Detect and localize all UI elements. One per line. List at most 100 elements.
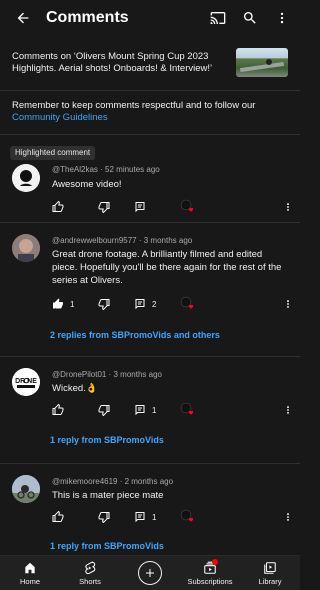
back-button[interactable] [4, 0, 42, 36]
creator-heart-icon [180, 402, 194, 415]
community-guidelines-link[interactable]: Community Guidelines [12, 112, 288, 124]
search-button[interactable] [236, 4, 264, 32]
comment-item: @mikemoore4619 · 2 months ago This is a … [0, 473, 300, 555]
comment-actions: 1 2 [48, 296, 298, 312]
dislike-button[interactable] [98, 199, 110, 215]
comment-item: DR NE @DronePilot01 · 3 months ago Wicke… [0, 366, 300, 460]
nav-shorts-label: Shorts [79, 576, 101, 586]
more-vert-icon [287, 406, 289, 414]
reply-button[interactable]: 1 [134, 509, 156, 525]
thumbs-up-icon [52, 511, 64, 522]
home-icon [25, 562, 35, 573]
comment-more-button[interactable] [282, 402, 294, 418]
thumbs-down-icon [98, 512, 110, 523]
avatar[interactable] [12, 475, 40, 503]
app-bar: Comments [0, 0, 300, 36]
comment-author[interactable]: @DronePilot01 [52, 370, 106, 379]
reply-count: 1 [152, 512, 157, 522]
nav-create[interactable] [120, 556, 180, 590]
notification-dot [212, 559, 218, 565]
comment-actions [48, 199, 298, 215]
reply-comment-icon [135, 299, 145, 310]
comment-actions: 1 [48, 402, 298, 418]
comment-author[interactable]: @andrewwelbourn9577 [52, 236, 137, 245]
more-options-button[interactable] [268, 4, 296, 32]
creator-heart [180, 509, 196, 525]
divider [0, 90, 300, 91]
comment-time: 2 months ago [124, 477, 174, 486]
nav-home[interactable]: Home [0, 556, 60, 590]
comment-text: Awesome video! [52, 179, 122, 190]
comment-text: Wicked.👌 [52, 383, 98, 394]
divider [0, 134, 300, 135]
thumbs-down-icon [98, 202, 110, 213]
comment-time: 52 minutes ago [105, 165, 160, 174]
thumbs-down-icon [98, 299, 110, 310]
nav-library[interactable]: Library [240, 556, 300, 590]
reply-count: 1 [152, 405, 157, 415]
view-replies-link[interactable]: 1 reply from SBPromoVids [50, 435, 164, 445]
like-button[interactable] [52, 509, 64, 525]
comment-item: @andrewwelbourn9577 · 3 months ago Great… [0, 232, 300, 354]
reply-comment-icon [135, 512, 145, 523]
avatar[interactable] [12, 234, 40, 262]
svg-text:DR NE: DR NE [15, 378, 37, 385]
reply-button[interactable]: 1 [134, 402, 156, 418]
shorts-icon [85, 561, 96, 574]
comment-more-button[interactable] [282, 509, 294, 525]
dislike-button[interactable] [98, 402, 110, 418]
more-vert-icon [287, 300, 289, 308]
like-button[interactable] [52, 402, 64, 418]
divider [0, 222, 300, 223]
creator-heart [180, 296, 196, 312]
like-count: 1 [70, 299, 75, 309]
reply-button[interactable]: 2 [134, 296, 156, 312]
comment-meta: @TheAl2kas · 52 minutes ago [52, 165, 160, 174]
comment-time: 3 months ago [113, 370, 162, 379]
avatar[interactable]: DR NE [12, 368, 40, 396]
nav-home-label: Home [19, 576, 40, 586]
more-vert-icon [287, 203, 289, 211]
avatar[interactable] [12, 164, 40, 192]
video-reference[interactable]: Comments on ‘Olivers Mount Spring Cup 20… [0, 44, 300, 84]
comment-meta: @andrewwelbourn9577 · 3 months ago [52, 236, 193, 245]
view-replies-link[interactable]: 2 replies from SBPromoVids and others [50, 330, 220, 340]
comment-author[interactable]: @mikemoore4619 [52, 477, 117, 486]
more-vert-icon [280, 12, 284, 24]
like-button[interactable] [52, 199, 64, 215]
dislike-button[interactable] [98, 509, 110, 525]
comment-more-button[interactable] [282, 296, 294, 312]
nav-subscriptions[interactable]: Subscriptions [180, 556, 240, 590]
comment-meta: @DronePilot01 · 3 months ago [52, 370, 162, 379]
comment-text: This is a mater piece mate [52, 490, 164, 501]
guidelines-notice: Remember to keep comments respectful and… [12, 100, 288, 124]
comment-item: Highlighted comment @TheAl2kas · 52 minu… [0, 146, 300, 222]
guidelines-text: Remember to keep comments respectful and… [12, 100, 256, 111]
comment-more-button[interactable] [282, 199, 294, 215]
nav-shorts[interactable]: Shorts [60, 556, 120, 590]
highlighted-comment-badge: Highlighted comment [10, 146, 96, 160]
bottom-navigation: Home Shorts Subscriptions Library [0, 555, 300, 590]
create-button[interactable] [138, 561, 162, 585]
cast-icon [210, 12, 226, 24]
video-thumbnail[interactable] [236, 48, 288, 77]
comment-author[interactable]: @TheAl2kas [52, 165, 98, 174]
like-button[interactable]: 1 [52, 296, 74, 312]
comment-time: 3 months ago [143, 236, 193, 245]
divider [0, 463, 300, 464]
video-title: Comments on ‘Olivers Mount Spring Cup 20… [12, 51, 213, 74]
search-icon [244, 12, 256, 24]
view-replies-link[interactable]: 1 reply from SBPromoVids [50, 541, 164, 551]
reply-comment-icon [135, 405, 145, 416]
creator-heart [180, 199, 196, 215]
back-arrow-icon [17, 12, 29, 24]
reply-comment-icon [135, 202, 145, 213]
dislike-button[interactable] [98, 296, 110, 312]
more-vert-icon [287, 513, 289, 521]
thumbs-up-icon [52, 201, 64, 212]
reply-button[interactable] [134, 199, 146, 215]
nav-library-label: Library [258, 576, 282, 586]
plus-icon [146, 569, 154, 577]
cast-button[interactable] [204, 4, 232, 32]
divider [0, 356, 300, 357]
